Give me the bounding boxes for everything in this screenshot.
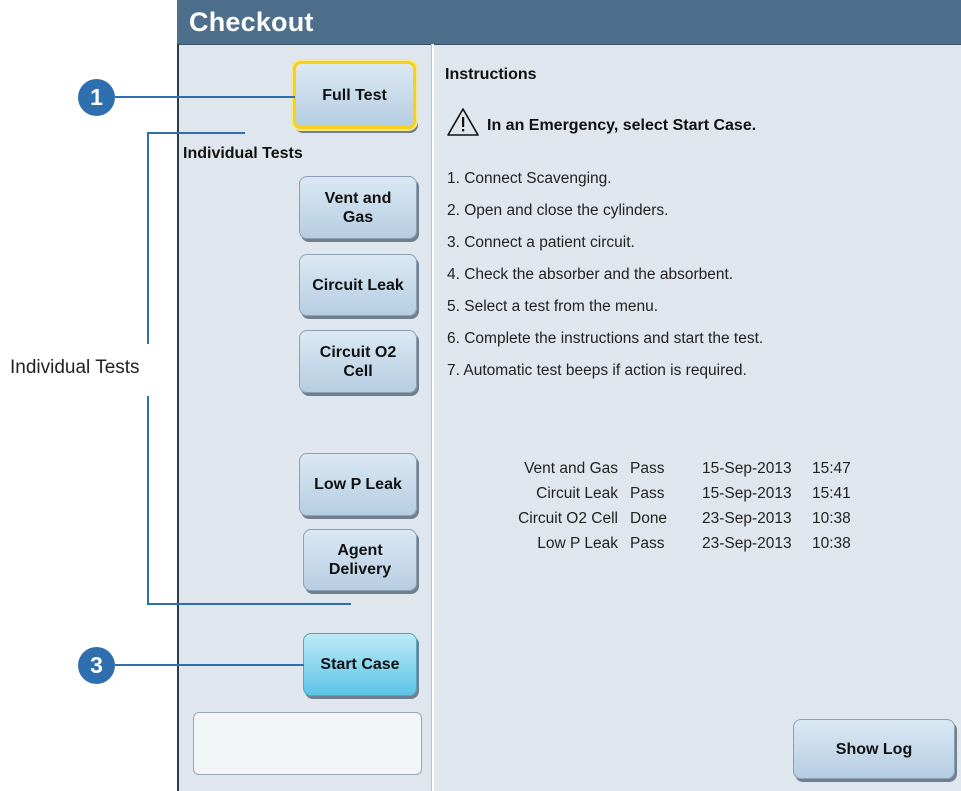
instruction-steps: 1. Connect Scavenging. 2. Open and close…: [447, 170, 763, 394]
instruction-step: 2. Open and close the cylinders.: [447, 202, 669, 219]
instruction-step: 7. Automatic test beeps if action is req…: [447, 362, 747, 379]
instruction-step: 6. Complete the instructions and start t…: [447, 330, 764, 347]
warning-icon: [447, 108, 479, 136]
log-result: Pass: [630, 484, 665, 502]
vent-and-gas-button[interactable]: Vent and Gas: [299, 176, 417, 239]
circuit-o2-cell-button[interactable]: Circuit O2 Cell: [299, 330, 417, 393]
status-box: [193, 712, 422, 775]
log-time: 10:38: [812, 509, 851, 527]
table-row: Low P Leak Pass 23-Sep-2013 10:38: [498, 531, 851, 556]
callout-3-leader: [115, 664, 304, 666]
log-time: 15:41: [812, 484, 851, 502]
individual-tests-heading: Individual Tests: [183, 145, 303, 162]
log-test-name: Circuit Leak: [536, 484, 618, 502]
bracket-upper-arm: [147, 132, 149, 344]
full-test-button[interactable]: Full Test: [293, 61, 416, 129]
show-log-button[interactable]: Show Log: [793, 719, 955, 779]
callout-badge-1: 1: [78, 79, 115, 116]
panel-divider: [431, 44, 434, 791]
instruction-step: 5. Select a test from the menu.: [447, 298, 659, 315]
log-date: 15-Sep-2013: [702, 484, 792, 502]
start-case-button[interactable]: Start Case: [303, 633, 417, 696]
instruction-step: 4. Check the absorber and the absorbent.: [447, 266, 734, 283]
log-test-name: Vent and Gas: [524, 459, 618, 477]
callout-1-leader: [115, 96, 295, 98]
page-title: Checkout: [189, 7, 314, 37]
instruction-step: 3. Connect a patient circuit.: [447, 234, 635, 251]
log-date: 15-Sep-2013: [702, 459, 792, 477]
low-p-leak-button[interactable]: Low P Leak: [299, 453, 417, 516]
emergency-warning: In an Emergency, select Start Case.: [487, 117, 757, 134]
table-row: Circuit O2 Cell Done 23-Sep-2013 10:38: [498, 506, 851, 531]
log-test-name: Low P Leak: [537, 534, 618, 552]
agent-delivery-button[interactable]: Agent Delivery: [303, 529, 417, 591]
log-date: 23-Sep-2013: [702, 534, 792, 552]
log-result: Done: [630, 509, 668, 527]
test-log-table: Vent and Gas Pass 15-Sep-2013 15:47 Circ…: [498, 456, 851, 556]
screen-border: [177, 44, 179, 791]
circuit-leak-button[interactable]: Circuit Leak: [299, 254, 417, 316]
log-result: Pass: [630, 534, 665, 552]
log-date: 23-Sep-2013: [702, 509, 792, 527]
log-test-name: Circuit O2 Cell: [518, 509, 618, 527]
callout-badge-3: 3: [78, 647, 115, 684]
bracket-lower-arm: [147, 396, 149, 605]
individual-tests-callout: Individual Tests: [10, 357, 140, 378]
log-time: 10:38: [812, 534, 851, 552]
bracket-top: [147, 132, 245, 134]
bracket-bottom: [147, 603, 351, 605]
log-result: Pass: [630, 459, 665, 477]
table-row: Circuit Leak Pass 15-Sep-2013 15:41: [498, 481, 851, 506]
instruction-step: 1. Connect Scavenging.: [447, 170, 612, 187]
instructions-heading: Instructions: [445, 66, 537, 83]
log-time: 15:47: [812, 459, 851, 477]
table-row: Vent and Gas Pass 15-Sep-2013 15:47: [498, 456, 851, 481]
